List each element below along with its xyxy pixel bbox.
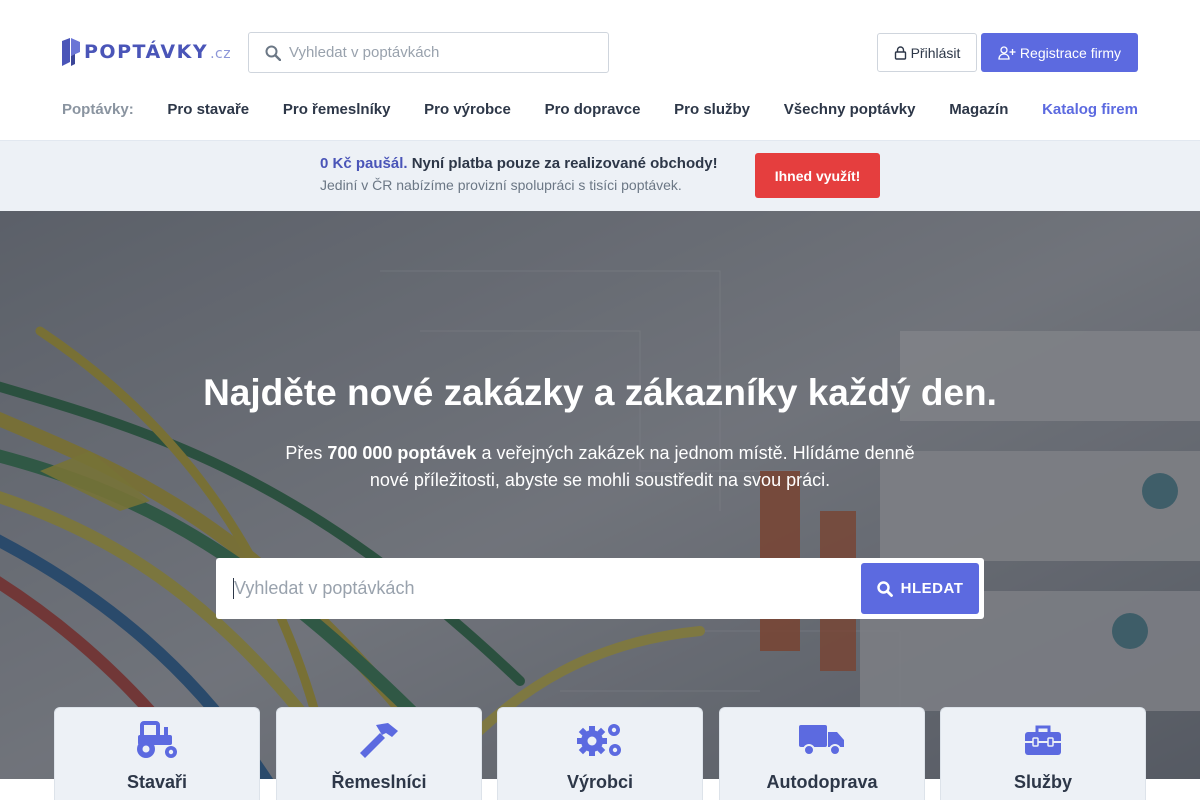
hero-search-input[interactable] [233, 578, 833, 599]
nav-item-builders[interactable]: Pro stavaře [167, 101, 249, 118]
promo-headline-text: Nyní platba pouze za realizované obchody… [411, 155, 718, 172]
category-label: Řemeslníci [331, 772, 427, 792]
logo-text: POPTÁVKY [84, 41, 209, 63]
header-search-input[interactable] [289, 44, 589, 61]
promo-subline: Jediní v ČR nabízíme provizní spolupráci… [320, 177, 682, 193]
logo-mark-icon [62, 38, 80, 66]
category-card-manufacturers[interactable]: Výrobci [497, 707, 703, 800]
hero-subtitle-count: 700 000 poptávek [327, 443, 477, 463]
toolbox-icon [941, 720, 1145, 760]
promo-text: 0 Kč paušál. Nyní platba pouze za realiz… [320, 155, 718, 193]
gears-icon [498, 720, 702, 760]
nav-item-craftsmen[interactable]: Pro řemeslníky [283, 101, 391, 118]
user-plus-icon [998, 45, 1016, 60]
register-company-button[interactable]: Registrace firmy [981, 33, 1138, 72]
promo-headline: 0 Kč paušál. Nyní platba pouze za realiz… [320, 155, 718, 173]
site-logo[interactable]: POPTÁVKY .cz [62, 38, 231, 66]
nav-item-manufacturers[interactable]: Pro výrobce [424, 101, 511, 118]
nav-item-services[interactable]: Pro služby [674, 101, 750, 118]
hero-subtitle: Přes 700 000 poptávek a veřejných zakáze… [270, 440, 930, 494]
tractor-icon [55, 720, 259, 760]
nav-item-all-requests[interactable]: Všechny poptávky [784, 101, 916, 118]
login-button[interactable]: Přihlásit [877, 33, 977, 72]
hammer-icon [277, 720, 481, 760]
hero-overlay [0, 211, 1200, 779]
category-label: Stavaři [126, 772, 188, 792]
hero-search-button[interactable]: HLEDAT [861, 563, 979, 614]
nav-item-company-catalog[interactable]: Katalog firem [1042, 101, 1138, 118]
nav-label: Poptávky: [62, 100, 134, 118]
hero-search-button-label: HLEDAT [900, 580, 964, 597]
category-label: Výrobci [566, 772, 634, 792]
truck-icon [720, 720, 924, 760]
hero-subtitle-prefix: Přes [285, 443, 323, 463]
category-label: Autodoprava [766, 772, 878, 792]
lock-icon [894, 45, 906, 60]
search-icon [876, 580, 893, 597]
hero-section: Najděte nové zakázky a zákazníky každý d… [0, 211, 1200, 779]
nav-item-carriers[interactable]: Pro dopravce [545, 101, 641, 118]
category-card-builders[interactable]: Stavaři [54, 707, 260, 800]
nav-item-magazine[interactable]: Magazín [949, 101, 1008, 118]
main-nav: Poptávky: Pro stavaře Pro řemeslníky Pro… [62, 100, 1138, 118]
category-cards: Stavaři Řemeslníci Výrobci Autodoprava S… [54, 707, 1146, 800]
category-card-services[interactable]: Služby [940, 707, 1146, 800]
category-card-craftsmen[interactable]: Řemeslníci [276, 707, 482, 800]
category-card-transport[interactable]: Autodoprava [719, 707, 925, 800]
site-header: POPTÁVKY .cz Přihlásit Registrace firmy … [0, 0, 1200, 141]
promo-cta-button[interactable]: Ihned využít! [755, 153, 880, 198]
hero-title: Najděte nové zakázky a zákazníky každý d… [203, 372, 997, 413]
login-button-label: Přihlásit [910, 44, 961, 61]
category-label: Služby [1013, 772, 1072, 792]
search-icon [265, 45, 281, 61]
promo-highlight: 0 Kč paušál. [320, 155, 408, 172]
promo-banner: 0 Kč paušál. Nyní platba pouze za realiz… [0, 141, 1200, 211]
header-search-box [248, 32, 609, 73]
register-button-label: Registrace firmy [1019, 44, 1122, 61]
logo-tld: .cz [210, 46, 232, 62]
hero-search-box: HLEDAT [216, 558, 984, 619]
